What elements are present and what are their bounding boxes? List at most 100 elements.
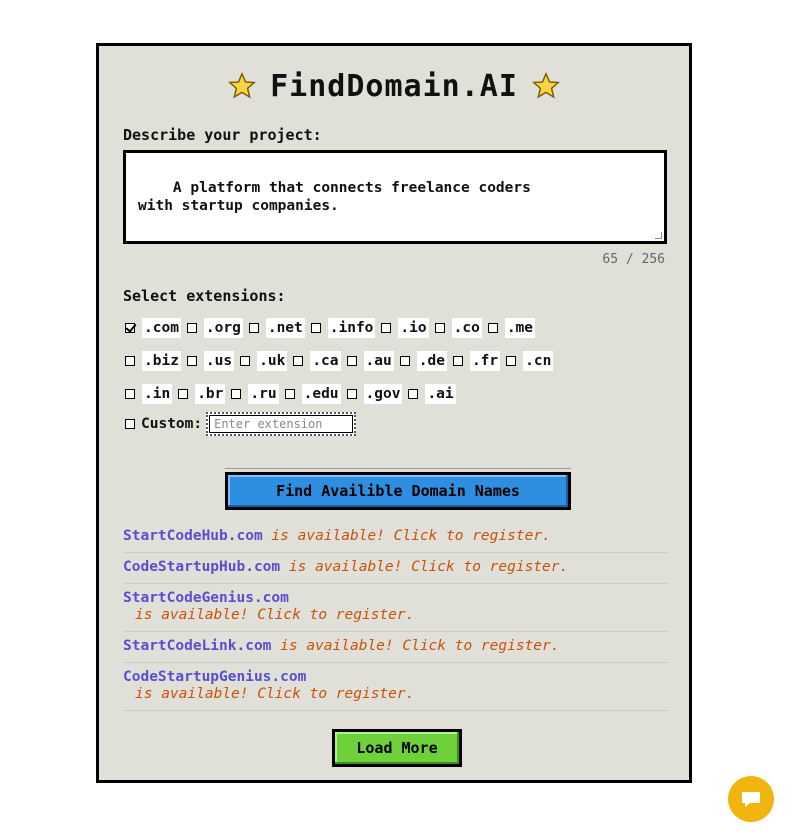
extension-option-net[interactable]: .net — [248, 318, 305, 338]
extension-label: .org — [203, 318, 243, 338]
star-icon — [228, 72, 257, 99]
extension-label: .me — [504, 318, 536, 338]
extension-label: .br — [195, 384, 226, 404]
extension-checkbox[interactable] — [231, 389, 242, 399]
extension-label: .fr — [469, 351, 501, 371]
description-label: Describe your project: — [123, 126, 322, 144]
resize-handle[interactable] — [655, 232, 662, 239]
extension-checkbox[interactable] — [487, 323, 498, 333]
custom-extension-label: Custom: — [141, 416, 203, 432]
extension-checkbox[interactable] — [125, 356, 135, 366]
extension-label: .co — [451, 318, 482, 338]
extension-option-in[interactable]: .in — [125, 384, 173, 404]
extension-option-org[interactable]: .org — [186, 318, 243, 338]
result-domain-link[interactable]: StartCodeGenius.com — [123, 590, 289, 606]
extension-option-biz[interactable]: .biz — [125, 351, 181, 371]
extension-option-us[interactable]: .us — [186, 351, 235, 371]
chat-icon — [742, 792, 760, 807]
extension-checkbox[interactable] — [178, 389, 189, 399]
result-domain-link[interactable]: StartCodeLink.com — [123, 638, 271, 654]
chat-button[interactable] — [728, 776, 774, 822]
extension-checkbox[interactable] — [125, 323, 135, 333]
result-status[interactable]: is available! Click to register. — [289, 559, 568, 575]
extension-option-co[interactable]: .co — [434, 318, 482, 338]
extension-option-ai[interactable]: .ai — [408, 384, 456, 404]
extension-option-gov[interactable]: .gov — [346, 384, 403, 404]
extension-checkbox[interactable] — [346, 356, 357, 366]
extension-row: .com .org .net .info .io .co .me — [125, 316, 541, 340]
extension-checkbox[interactable] — [506, 356, 517, 366]
project-description-textarea[interactable]: A platform that connects freelance coder… — [123, 150, 667, 244]
result-domain-link[interactable]: CodeStartupHub.com — [123, 559, 280, 575]
result-item[interactable]: StartCodeLink.com is available! Click to… — [123, 632, 669, 663]
extension-label: .info — [327, 318, 376, 338]
page-title: FindDomain.AI — [270, 68, 518, 104]
result-status[interactable]: is available! Click to register. — [280, 638, 559, 654]
divider — [225, 468, 571, 469]
extension-label: .gov — [363, 384, 403, 404]
result-item[interactable]: StartCodeGenius.com is available! Click … — [123, 584, 669, 632]
load-more-button[interactable]: Load More — [332, 729, 462, 767]
extension-checkbox[interactable] — [125, 389, 135, 399]
extension-checkbox[interactable] — [346, 389, 357, 399]
extensions-label: Select extensions: — [123, 287, 286, 305]
extension-option-de[interactable]: .de — [399, 351, 447, 371]
result-item[interactable]: CodeStartupGenius.com is available! Clic… — [123, 663, 669, 711]
extension-checkbox[interactable] — [240, 356, 251, 366]
extension-option-uk[interactable]: .uk — [240, 351, 288, 371]
extension-label: .au — [363, 351, 394, 371]
result-status[interactable]: is available! Click to register. — [123, 686, 669, 703]
description-text: A platform that connects freelance coder… — [138, 180, 531, 214]
extension-option-br[interactable]: .br — [178, 384, 226, 404]
extension-checkbox[interactable] — [381, 323, 392, 333]
extension-checkbox[interactable] — [186, 356, 197, 366]
results-list: StartCodeHub.com is available! Click to … — [123, 522, 669, 711]
extension-option-me[interactable]: .me — [487, 318, 536, 338]
extension-checkbox[interactable] — [186, 323, 197, 333]
result-item[interactable]: StartCodeHub.com is available! Click to … — [123, 522, 669, 553]
extension-option-ca[interactable]: .ca — [293, 351, 341, 371]
extension-checkbox[interactable] — [452, 356, 463, 366]
extension-checkbox[interactable] — [248, 323, 259, 333]
extension-label: .uk — [257, 351, 288, 371]
extension-checkbox[interactable] — [293, 356, 304, 366]
extension-label: .net — [265, 318, 305, 338]
header: FindDomain.AI — [99, 66, 689, 106]
extension-label: .ru — [248, 384, 279, 404]
extension-label: .de — [416, 351, 447, 371]
custom-extension-row: Custom: — [125, 412, 357, 436]
extension-checkbox[interactable] — [434, 323, 445, 333]
extension-label: .in — [142, 384, 173, 404]
extension-option-au[interactable]: .au — [346, 351, 394, 371]
result-domain-link[interactable]: CodeStartupGenius.com — [123, 669, 306, 685]
extension-label: .com — [142, 318, 181, 338]
extension-option-io[interactable]: .io — [381, 318, 429, 338]
extension-row: .biz .us .uk .ca .au .de .fr .cn — [125, 349, 559, 373]
extension-checkbox[interactable] — [408, 389, 419, 399]
result-status[interactable]: is available! Click to register. — [271, 528, 550, 544]
extension-label: .cn — [523, 351, 554, 371]
star-icon — [531, 72, 560, 99]
extension-option-cn[interactable]: .cn — [506, 351, 554, 371]
custom-extension-input[interactable] — [206, 412, 357, 436]
extension-label: .us — [203, 351, 235, 371]
extension-option-edu[interactable]: .edu — [284, 384, 341, 404]
result-domain-link[interactable]: StartCodeHub.com — [123, 528, 263, 544]
extension-checkbox[interactable] — [399, 356, 410, 366]
extension-option-fr[interactable]: .fr — [452, 351, 501, 371]
extension-label: .edu — [301, 384, 341, 404]
result-status[interactable]: is available! Click to register. — [123, 607, 669, 624]
find-domains-button[interactable]: Find Availible Domain Names — [225, 472, 571, 510]
extension-label: .ca — [310, 351, 341, 371]
app-panel: FindDomain.AI Describe your project: A p… — [96, 43, 692, 783]
extension-checkbox[interactable] — [310, 323, 321, 333]
extension-option-com[interactable]: .com — [125, 318, 181, 338]
extension-label: .ai — [425, 384, 456, 404]
extension-label: .io — [398, 318, 429, 338]
extension-option-info[interactable]: .info — [310, 318, 376, 338]
character-counter: 65 / 256 — [602, 252, 665, 267]
extension-checkbox[interactable] — [284, 389, 295, 399]
result-item[interactable]: CodeStartupHub.com is available! Click t… — [123, 553, 669, 584]
custom-extension-checkbox[interactable] — [125, 419, 135, 429]
extension-option-ru[interactable]: .ru — [231, 384, 279, 404]
